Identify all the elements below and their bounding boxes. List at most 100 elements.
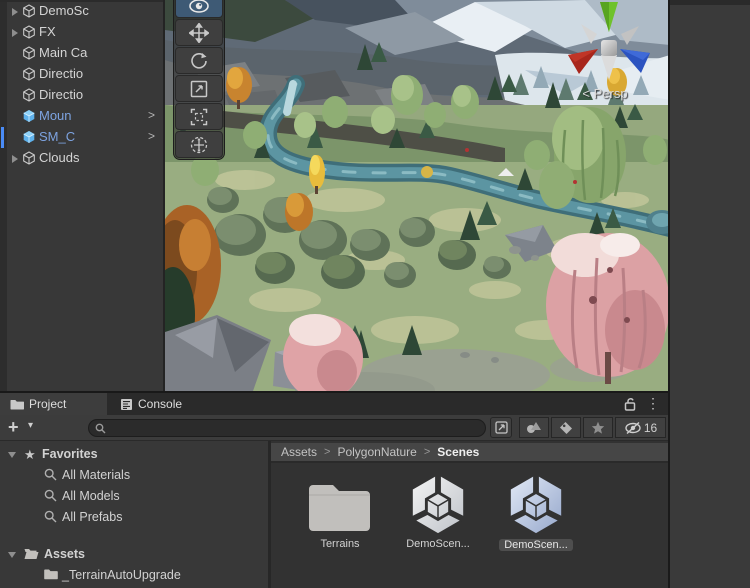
eye-slash-icon [625, 421, 641, 434]
asset-demoscene-2-selected[interactable]: DemoScen... [491, 465, 581, 553]
scene-tools-overlay [173, 0, 225, 160]
favorites-header[interactable]: ★ Favorites [0, 444, 268, 465]
hierarchy-item-label: SM_C [39, 129, 76, 144]
transform-icon [190, 136, 208, 153]
lock-icon[interactable] [623, 397, 637, 411]
gizmo-center-cube [601, 40, 617, 56]
search-input[interactable] [111, 421, 483, 437]
search-icon [44, 468, 57, 481]
gameobject-cube-icon [23, 67, 35, 81]
open-prefab-arrow[interactable]: > [148, 108, 155, 122]
hidden-count-toggle[interactable]: 16 [615, 417, 666, 438]
hierarchy-item-label: Main Ca [39, 45, 88, 60]
favorites-all-materials[interactable]: All Materials [0, 465, 268, 486]
rect-tool-button[interactable] [175, 103, 223, 130]
hierarchy-item-directional-2[interactable]: Directio [0, 85, 163, 106]
expand-arrow-icon[interactable] [12, 8, 18, 16]
project-toolbar: + ▾ 16 [0, 415, 668, 441]
hierarchy-item-prefab-moun[interactable]: Moun > [0, 106, 163, 127]
tab-project[interactable]: Project [0, 393, 107, 415]
collapse-arrow-icon[interactable] [8, 552, 16, 558]
right-panel-top-edge [670, 0, 750, 5]
orientation-gizmo[interactable] [557, 0, 667, 82]
save-search-button[interactable] [583, 417, 613, 438]
folder-icon [10, 399, 24, 410]
panel-menu-icon[interactable]: ⋮ [646, 395, 660, 412]
hierarchy-item-label: Moun [39, 108, 72, 123]
gameobject-cube-icon [23, 25, 35, 39]
gameobject-cube-icon [23, 88, 35, 102]
gizmo-z-axis-cone [620, 49, 650, 73]
hierarchy-item-label: DemoSc [39, 3, 89, 18]
scene-view[interactable]: < Persp [163, 0, 670, 391]
shapes-filter-icon [527, 422, 541, 433]
gizmo-perspective-label[interactable]: < Persp [555, 86, 655, 101]
hierarchy-item-label: Clouds [39, 150, 80, 165]
selection-indicator-bar [1, 127, 4, 148]
expand-arrow-icon[interactable] [12, 29, 18, 37]
tab-label: Console [138, 397, 183, 411]
rotate-icon [191, 52, 207, 69]
unity-scene-icon [508, 473, 564, 534]
favorites-all-models[interactable]: All Models [0, 486, 268, 507]
hierarchy-item-directional-1[interactable]: Directio [0, 64, 163, 85]
scale-icon [190, 80, 208, 97]
hierarchy-item-fx[interactable]: FX [0, 22, 163, 43]
hierarchy-item-label: Directio [39, 66, 84, 81]
persp-text: Persp [593, 86, 628, 101]
move-tool-button[interactable] [175, 19, 223, 46]
asset-grid-pane: Assets > PolygonNature > Scenes Terrains [271, 441, 668, 588]
search-by-type-button[interactable] [519, 417, 549, 438]
breadcrumb-scenes[interactable]: Scenes [437, 445, 479, 459]
tag-icon [560, 421, 572, 434]
asset-demoscene-1[interactable]: DemoScen... [393, 465, 483, 550]
panel-tab-bar: Project Console ⋮ [0, 393, 668, 415]
project-content: ★ Favorites All Materials All Models All… [0, 441, 668, 588]
gameobject-cube-icon [23, 151, 35, 165]
hierarchy-item-demoscene[interactable]: DemoSc [0, 2, 163, 22]
breadcrumb-polygonnature[interactable]: PolygonNature [337, 445, 416, 459]
hierarchy-item-label: FX [39, 24, 56, 39]
favorites-star-icon: ★ [24, 447, 36, 462]
hierarchy-item-clouds[interactable]: Clouds [0, 148, 163, 169]
gizmo-white-cone [601, 55, 617, 80]
collapse-arrow-icon[interactable] [8, 452, 16, 458]
rect-tool-icon [190, 108, 208, 125]
project-panel: Project Console ⋮ + ▾ 16 ★ Favorites All… [0, 391, 668, 588]
favorites-all-prefabs[interactable]: All Prefabs [0, 507, 268, 528]
hierarchy-item-label: Directio [39, 87, 84, 102]
assets-terrainautoupgrade[interactable]: _TerrainAutoUpgrade [0, 565, 268, 586]
breadcrumb-assets[interactable]: Assets [281, 445, 317, 459]
tab-console[interactable]: Console [110, 393, 220, 415]
open-in-window-button[interactable] [490, 417, 512, 438]
open-prefab-arrow[interactable]: > [148, 129, 155, 143]
hierarchy-item-prefab-smc[interactable]: SM_C > [0, 127, 163, 148]
breadcrumb-separator: > [423, 446, 431, 458]
transform-tool-button[interactable] [175, 131, 223, 158]
expand-arrow-icon[interactable] [12, 155, 18, 163]
hidden-count-value: 16 [643, 420, 658, 435]
search-icon [44, 510, 57, 523]
create-caret-icon[interactable]: ▾ [28, 420, 33, 431]
project-search-box[interactable] [88, 419, 486, 437]
search-icon [44, 489, 57, 502]
assets-root-header[interactable]: Assets [0, 544, 268, 565]
eye-icon [189, 0, 209, 13]
rotate-tool-button[interactable] [175, 47, 223, 74]
create-asset-button[interactable]: + [8, 416, 19, 438]
gizmo-white-cone [621, 26, 639, 45]
scale-tool-button[interactable] [175, 75, 223, 102]
breadcrumb: Assets > PolygonNature > Scenes [271, 443, 668, 463]
move-icon [189, 22, 209, 43]
hierarchy-item-maincamera[interactable]: Main Ca [0, 43, 163, 64]
console-icon [121, 398, 132, 410]
persp-chevron: < [582, 86, 590, 101]
project-tree-pane: ★ Favorites All Materials All Models All… [0, 441, 268, 588]
asset-terrains-folder[interactable]: Terrains [295, 465, 385, 550]
folder-large-icon [309, 485, 370, 531]
breadcrumb-separator: > [324, 446, 331, 458]
tab-label: Project [29, 397, 67, 411]
search-by-label-button[interactable] [551, 417, 581, 438]
open-new-window-icon [494, 421, 508, 434]
view-tool-button[interactable] [175, 0, 223, 18]
